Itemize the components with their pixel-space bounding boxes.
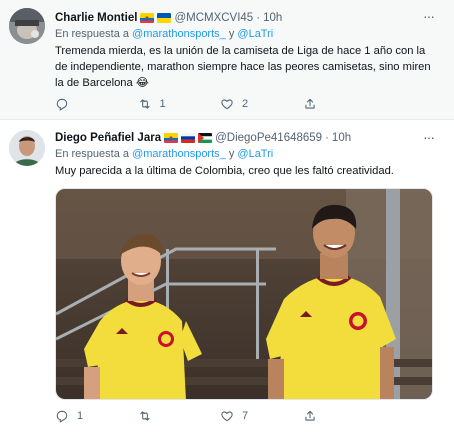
heart-icon (221, 99, 233, 110)
tweet-photo[interactable] (55, 188, 433, 400)
reply-context: En respuesta a @marathonsports_ y @LaTri (55, 148, 273, 160)
reply-mention-marathonsports[interactable]: @marathonsports_ (132, 148, 226, 160)
share-icon (304, 98, 315, 109)
avatar-image (9, 130, 45, 166)
share-button[interactable] (303, 407, 386, 425)
reply-icon (56, 410, 68, 423)
like-count: 2 (242, 98, 249, 110)
ukraine-flag-icon (157, 13, 172, 23)
avatar[interactable] (9, 8, 45, 44)
heart-icon (221, 411, 233, 422)
russia-flag-icon (181, 133, 196, 143)
timestamp[interactable]: 10h (332, 132, 351, 144)
reply-prefix: En respuesta a (55, 28, 129, 40)
reply-mention-latri[interactable]: @LaTri (237, 28, 273, 40)
tweet-actions: 1 7 (55, 407, 385, 425)
separator: · (325, 132, 329, 144)
retweet-icon (139, 99, 150, 109)
reply-context: En respuesta a @marathonsports_ y @LaTri (55, 28, 273, 40)
tweet-charlie-montiel[interactable]: Charlie Montiel @MCMXCVI45 · 10h ··· En … (0, 0, 454, 120)
share-button[interactable] (303, 95, 386, 113)
ecuador-flag-icon (164, 133, 179, 143)
retweet-button[interactable]: 1 (138, 95, 221, 113)
separator: · (256, 12, 261, 24)
retweet-icon (139, 411, 150, 421)
author-handle[interactable]: @MCMXCVI45 (174, 12, 253, 24)
tweet-text: Tremenda mierda, es la unión de la camis… (55, 45, 431, 89)
timestamp[interactable]: 10h (263, 12, 282, 24)
like-button[interactable]: 2 (220, 95, 303, 113)
author-name[interactable]: Charlie Montiel (55, 12, 137, 24)
reply-button[interactable]: 1 (55, 407, 138, 425)
share-icon (304, 410, 315, 421)
reply-and: y (228, 28, 235, 40)
tweet-header: Charlie Montiel @MCMXCVI45 · 10h (55, 10, 282, 26)
tweet-text: Muy parecida a la última de Colombia, cr… (55, 165, 394, 177)
retweet-count: 1 (159, 98, 166, 110)
like-button[interactable]: 7 (220, 407, 303, 425)
like-count: 7 (242, 410, 249, 422)
reply-count: 1 (77, 410, 84, 422)
players-photo-image (56, 189, 432, 399)
more-options-icon[interactable]: ··· (423, 129, 435, 145)
reply-icon (56, 98, 68, 111)
tweet-diego-penafiel[interactable]: Diego Peñafiel Jara @DiegoPe41648659 · 1… (0, 121, 454, 445)
tweet-actions: 1 2 (55, 95, 385, 113)
reply-and: y (228, 148, 235, 160)
reply-prefix: En respuesta a (55, 148, 129, 160)
tweet-header: Diego Peñafiel Jara @DiegoPe41648659 · 1… (55, 130, 351, 146)
reply-button[interactable] (55, 95, 138, 113)
reply-mention-marathonsports[interactable]: @marathonsports_ (132, 28, 226, 40)
avatar-image (9, 8, 45, 44)
palestine-flag-icon (198, 133, 213, 143)
more-options-icon[interactable]: ··· (423, 8, 435, 24)
avatar[interactable] (9, 130, 45, 166)
reply-mention-latri[interactable]: @LaTri (237, 148, 273, 160)
author-name[interactable]: Diego Peñafiel Jara (55, 132, 161, 144)
ecuador-flag-icon (140, 13, 155, 23)
retweet-button[interactable] (138, 407, 221, 425)
author-handle[interactable]: @DiegoPe41648659 (215, 132, 322, 144)
